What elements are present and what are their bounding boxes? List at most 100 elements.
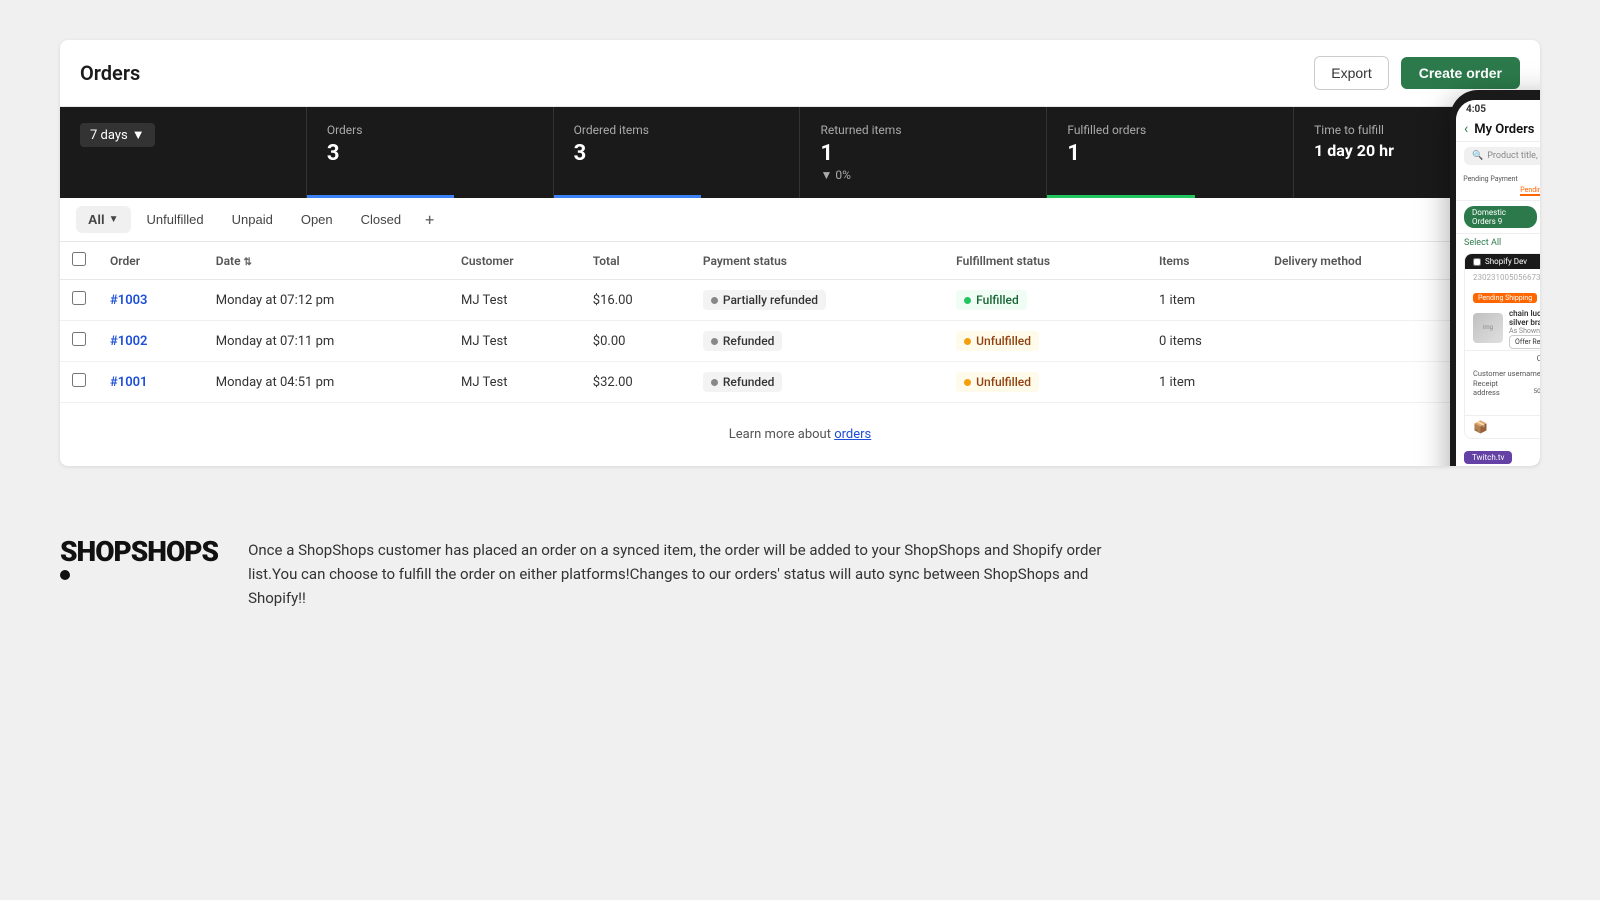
col-date[interactable]: Date ⇅ <box>204 242 449 280</box>
payment-status-badge: Partially refunded <box>703 290 826 310</box>
days-badge[interactable]: 7 days ▼ <box>80 123 155 147</box>
row-payment-status: Refunded <box>691 321 944 362</box>
search-placeholder: Product title, Order number... <box>1487 151 1540 161</box>
fulfillment-status-badge: Unfulfilled <box>956 331 1039 351</box>
row-items: 1 item <box>1147 280 1262 321</box>
row-payment-status: Partially refunded <box>691 280 944 321</box>
page-title: Orders <box>80 61 140 85</box>
orders-card: Orders Export Create order 7 days ▼ Orde… <box>60 40 1540 466</box>
days-label: 7 days <box>90 128 128 143</box>
row-fulfillment-status: Unfulfilled <box>944 321 1147 362</box>
order-link: #1003 <box>110 293 147 308</box>
table-row[interactable]: #1003 Monday at 07:12 pm MJ Test $16.00 … <box>60 280 1540 321</box>
row-checkbox[interactable] <box>72 332 86 346</box>
phone-back-button[interactable]: ‹ <box>1464 121 1468 137</box>
fulfillment-status-label: Unfulfilled <box>976 334 1031 348</box>
create-order-button[interactable]: Create order <box>1401 57 1520 89</box>
tab-unfulfilled[interactable]: Unfulfilled <box>135 206 216 233</box>
phone-order-amount: Order Amount: $ 34.84 <box>1465 350 1540 366</box>
payment-status-badge: Refunded <box>703 331 783 351</box>
search-icon: 🔍 <box>1472 151 1483 161</box>
row-delivery <box>1262 321 1454 362</box>
header-actions: Export Create order <box>1314 56 1520 90</box>
returned-items-value: 1 <box>820 141 1026 166</box>
receipt-address: MJ Test 12345678950 Ailor Plaza New York… <box>1524 379 1540 411</box>
select-all-label[interactable]: Select All <box>1464 238 1501 249</box>
tab-open[interactable]: Open <box>289 206 345 233</box>
phone-overlay: 4:05 ▲▲▲ WiFi 🔋 ‹ My Orders 🔍 Product ti… <box>1450 90 1540 466</box>
receipt-address-label: Receipt address <box>1473 379 1524 411</box>
phone-tab-pending-payment[interactable]: Pending Payment <box>1463 174 1518 196</box>
learn-more-section: Learn more about orders <box>60 403 1540 466</box>
tab-label: Pending Payment <box>1463 175 1518 183</box>
phone-product-info: chain luo sterling silver bracelet As Sh… <box>1509 309 1540 346</box>
stat-fulfilled-orders: Fulfilled orders 1 <box>1047 107 1294 198</box>
order-link: #1001 <box>110 375 147 390</box>
phone-order-id: 230231005056673 ⧉ <box>1465 269 1540 285</box>
select-all-checkbox[interactable] <box>72 252 86 266</box>
orders-link[interactable]: orders <box>834 427 871 442</box>
phone-ship-section: 📦 Ship <box>1465 415 1540 438</box>
badge-dot <box>711 379 718 386</box>
col-payment-status: Payment status <box>691 242 944 280</box>
phone-order-card: Shopify Dev 230231005056673 ⧉ Pending Sh… <box>1464 253 1540 439</box>
row-fulfillment-status: Fulfilled <box>944 280 1147 321</box>
col-delivery: Delivery method <box>1262 242 1454 280</box>
tab-unpaid[interactable]: Unpaid <box>220 206 285 233</box>
col-total: Total <box>581 242 691 280</box>
row-order[interactable]: #1003 <box>98 280 204 321</box>
row-date: Monday at 07:12 pm <box>204 280 449 321</box>
fulfillment-status-label: Unfulfilled <box>976 375 1031 389</box>
fulfilled-value: 1 <box>1067 141 1273 166</box>
order-card-checkbox[interactable] <box>1473 258 1481 266</box>
add-tab-button[interactable]: + <box>417 206 442 233</box>
row-order[interactable]: #1002 <box>98 321 204 362</box>
stat-returned-items: Returned items 1 ▼ 0% <box>800 107 1047 198</box>
offer-refund-button[interactable]: Offer Refund <box>1509 335 1540 349</box>
row-checkbox-col[interactable] <box>60 280 98 321</box>
row-order[interactable]: #1001 <box>98 362 204 403</box>
sort-icon: ⇅ <box>244 257 252 268</box>
order-link: #1002 <box>110 334 147 349</box>
phone-product-image: img <box>1473 313 1503 343</box>
logo-text: SHOPSHOPS <box>60 538 218 566</box>
export-button[interactable]: Export <box>1314 56 1388 90</box>
table-row[interactable]: #1001 Monday at 04:51 pm MJ Test $32.00 … <box>60 362 1540 403</box>
phone-order-tabs: Domestic Orders 9 International Orders 3 <box>1456 201 1540 234</box>
row-date: Monday at 07:11 pm <box>204 321 449 362</box>
row-checkbox[interactable] <box>72 373 86 387</box>
phone-domestic-tab[interactable]: Domestic Orders 9 <box>1464 206 1537 228</box>
table-row[interactable]: #1002 Monday at 07:11 pm MJ Test $0.00 R… <box>60 321 1540 362</box>
bottom-section: SHOPSHOPS Once a ShopShops customer has … <box>0 506 1600 642</box>
payment-status-badge: Refunded <box>703 372 783 392</box>
payment-status-label: Refunded <box>723 334 775 348</box>
stat-days[interactable]: 7 days ▼ <box>60 107 307 198</box>
phone-customer-info: Customer username 123456789 Receipt addr… <box>1465 366 1540 415</box>
row-payment-status: Refunded <box>691 362 944 403</box>
row-total: $32.00 <box>581 362 691 403</box>
phone-search-bar[interactable]: 🔍 Product title, Order number... <box>1464 147 1540 165</box>
row-total: $16.00 <box>581 280 691 321</box>
logo-area: SHOPSHOPS <box>60 538 218 580</box>
tab-all[interactable]: All ▼ <box>76 206 131 233</box>
badge-dot <box>964 379 971 386</box>
row-checkbox-col[interactable] <box>60 362 98 403</box>
phone-tab-pending-shipping[interactable]: 12 Pending Shipping <box>1520 174 1540 196</box>
phone-store-name: Shopify Dev <box>1485 257 1527 266</box>
row-checkbox[interactable] <box>72 291 86 305</box>
row-items: 1 item <box>1147 362 1262 403</box>
orders-table: Order Date ⇅ Customer Total Payment stat… <box>60 242 1540 403</box>
select-all-checkbox-col[interactable] <box>60 242 98 280</box>
row-customer: MJ Test <box>449 280 581 321</box>
tab-closed[interactable]: Closed <box>349 206 413 233</box>
row-checkbox-col[interactable] <box>60 321 98 362</box>
row-fulfillment-status: Unfulfilled <box>944 362 1147 403</box>
col-fulfillment-status: Fulfillment status <box>944 242 1147 280</box>
orders-header: Orders Export Create order <box>60 40 1540 107</box>
phone-status-tabs: Pending Payment 12 Pending Shipping Ship… <box>1456 170 1540 201</box>
twitch-badge: Twitch.tv <box>1464 451 1512 464</box>
logo-dot <box>60 570 70 580</box>
row-customer: MJ Test <box>449 321 581 362</box>
twitch-area: Twitch.tv <box>1456 445 1540 466</box>
description-text: Once a ShopShops customer has placed an … <box>248 538 1148 610</box>
